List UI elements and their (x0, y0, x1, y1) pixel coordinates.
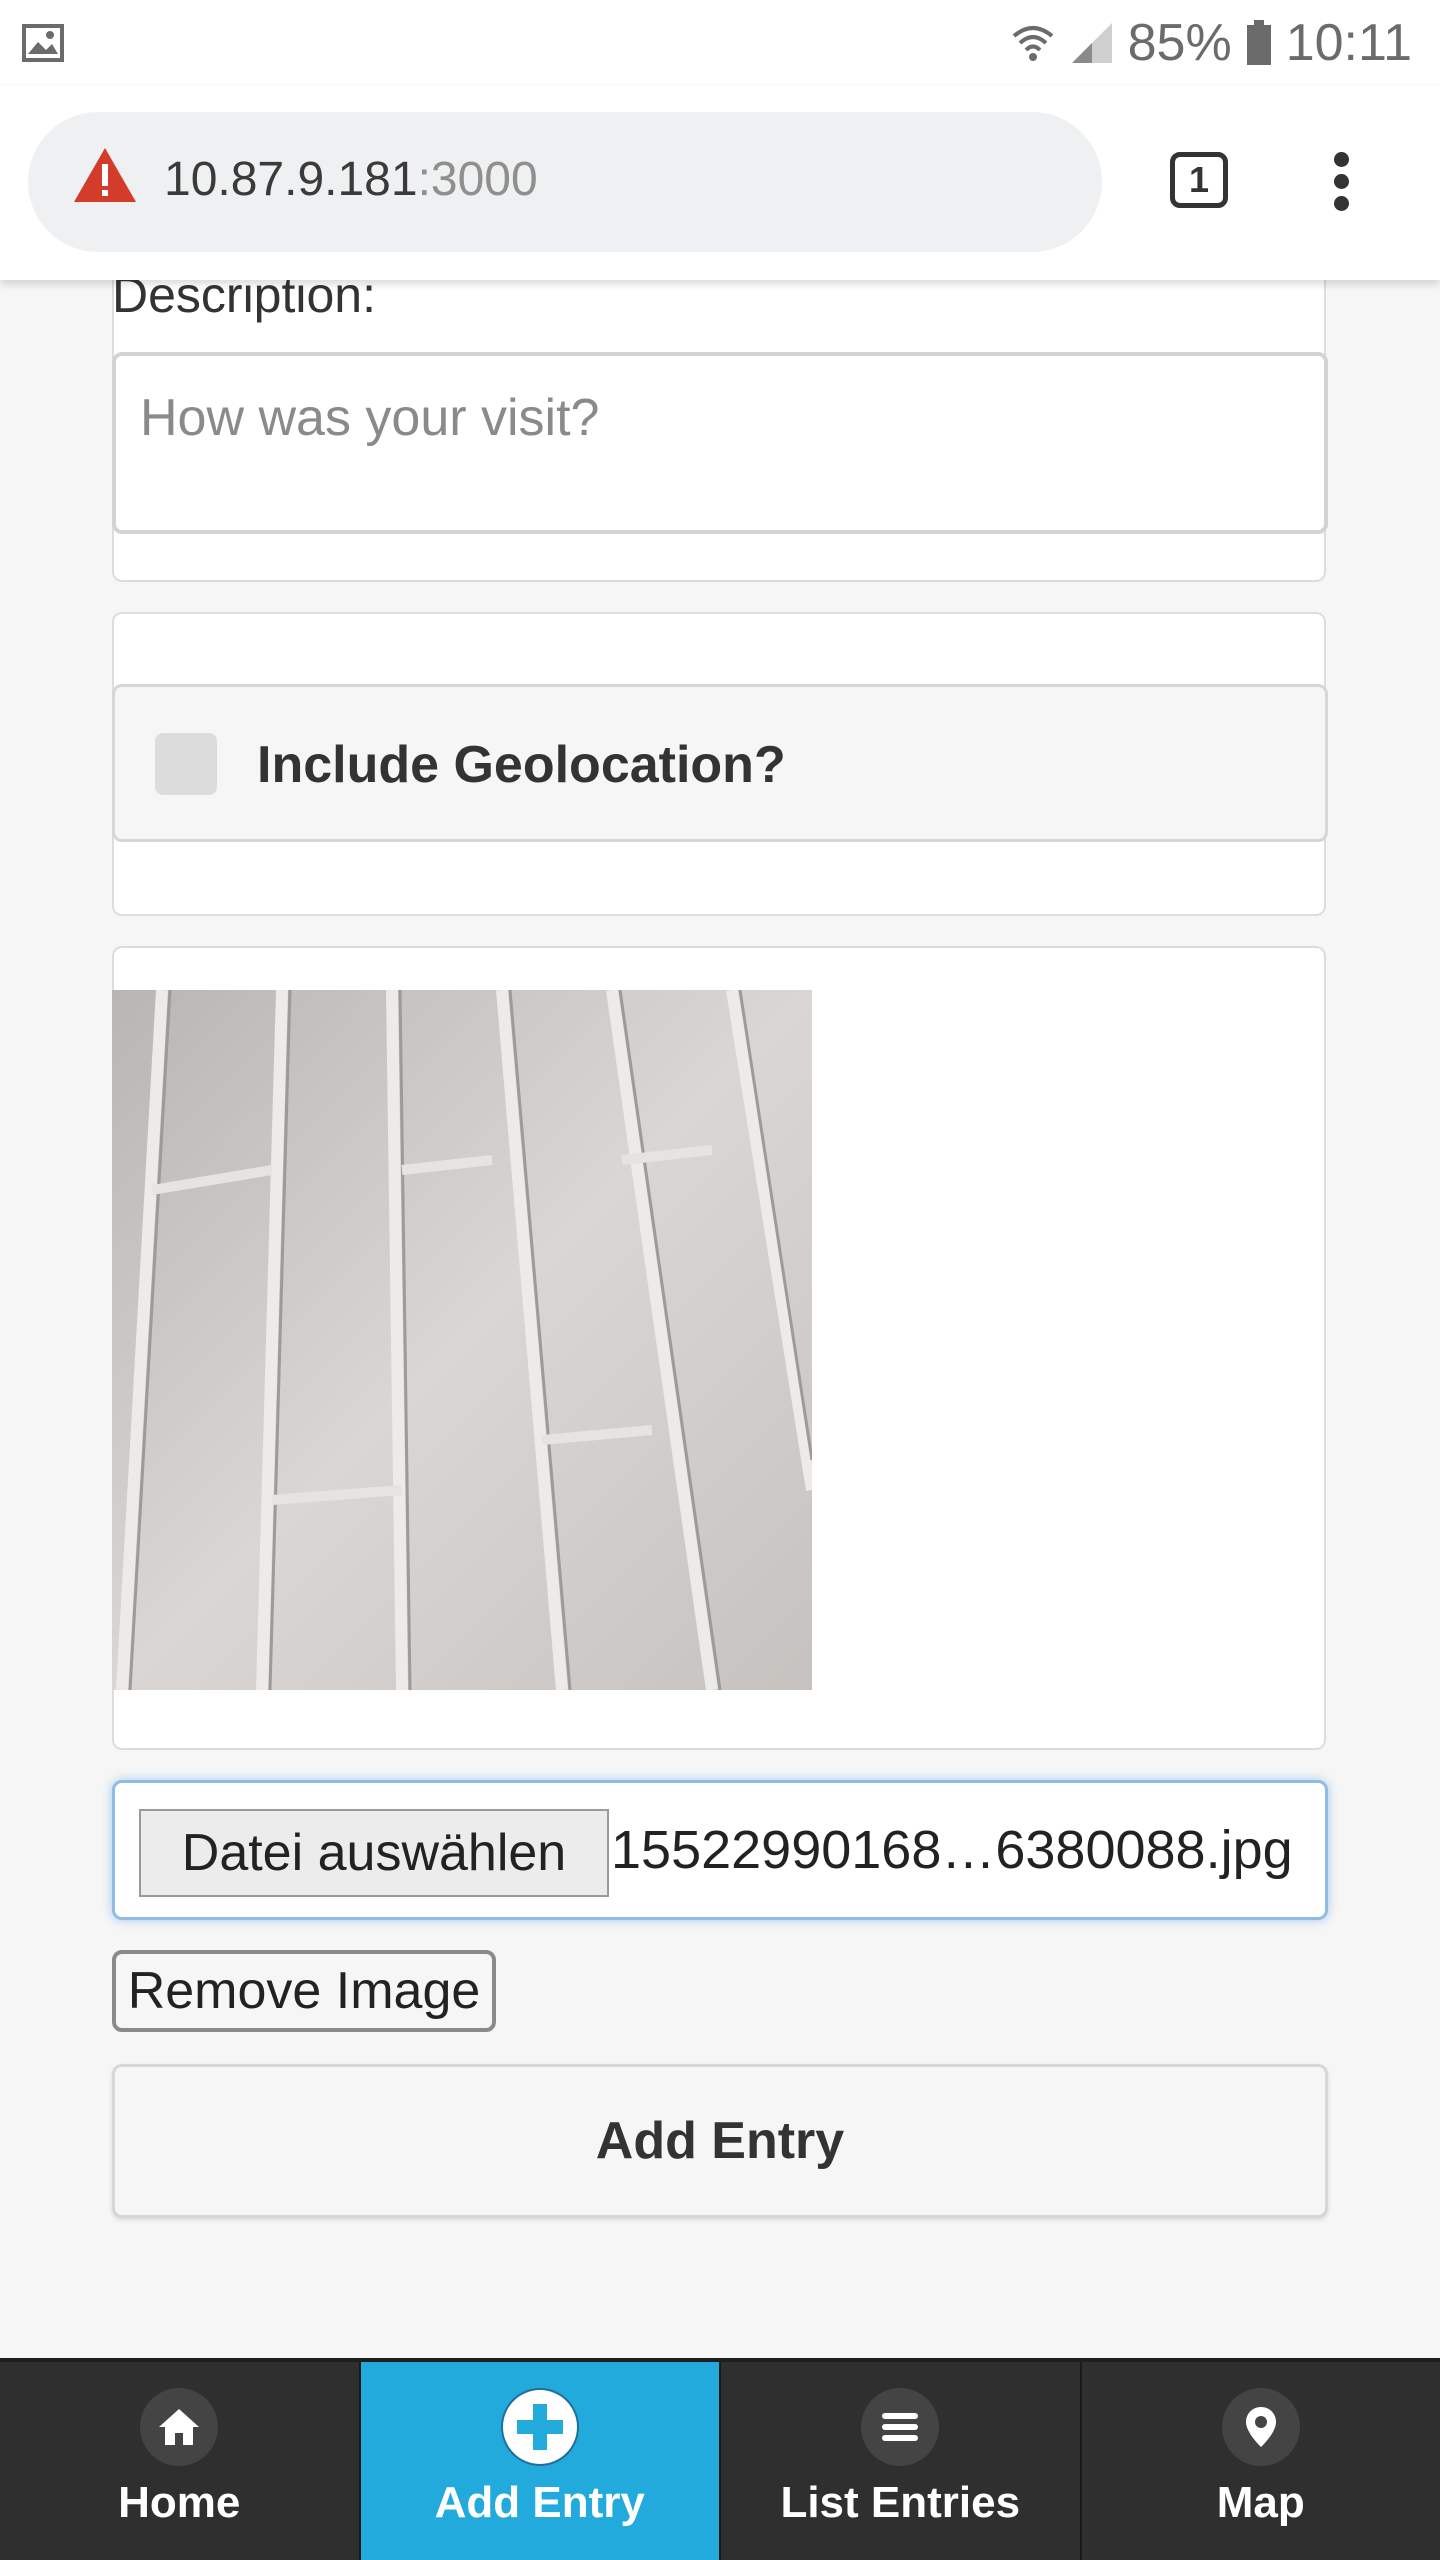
nav-item-add-entry[interactable]: Add Entry (360, 2362, 721, 2560)
geolocation-checkbox[interactable] (155, 733, 217, 795)
nav-item-list-entries[interactable]: List Entries (721, 2362, 1082, 2560)
file-input[interactable]: Datei auswählen 15522990168…6380088.jpg (112, 1780, 1328, 1920)
address-bar[interactable]: 10.87.9.181:3000 (28, 112, 1102, 252)
clock: 10:11 (1285, 14, 1412, 72)
image-preview (112, 990, 812, 1690)
status-indicators: 85% 10:11 (1010, 8, 1412, 78)
description-textarea[interactable]: How was your visit? (112, 352, 1328, 534)
nav-label-map: Map (1216, 2478, 1305, 2527)
battery-icon (1246, 20, 1271, 65)
home-icon (140, 2388, 219, 2466)
list-icon (861, 2388, 940, 2466)
choose-file-button[interactable]: Datei auswählen (139, 1809, 609, 1897)
brick-wall-image (112, 990, 812, 1690)
map-pin-icon (1221, 2388, 1300, 2466)
bottom-navigation: Home Add Entry List Entries Map (0, 2358, 1440, 2560)
signal-icon (1071, 23, 1112, 63)
browser-toolbar: 10.87.9.181:3000 1 (0, 86, 1440, 280)
url-text[interactable]: 10.87.9.181:3000 (164, 152, 538, 207)
nav-item-map[interactable]: Map (1082, 2362, 1440, 2560)
wifi-icon (1012, 26, 1053, 61)
status-bar: 85% 10:11 (0, 0, 1440, 86)
nav-label-add-entry: Add Entry (434, 2478, 645, 2527)
geolocation-label: Include Geolocation? (257, 736, 786, 794)
remove-image-button[interactable]: Remove Image (112, 1950, 496, 2032)
battery-percent: 85% (1127, 14, 1232, 72)
warning-icon[interactable] (72, 146, 138, 204)
nav-item-home[interactable]: Home (0, 2362, 361, 2560)
plus-icon (500, 2388, 579, 2466)
browser-menu-button[interactable] (1330, 152, 1352, 216)
geolocation-toggle[interactable]: Include Geolocation? (112, 684, 1328, 842)
nav-label-list-entries: List Entries (780, 2478, 1021, 2527)
selected-file-name: 15522990168…6380088.jpg (611, 1820, 1293, 1880)
nav-label-home: Home (118, 2478, 241, 2527)
tab-switcher-button[interactable]: 1 (1170, 152, 1228, 208)
gallery-icon (22, 24, 64, 62)
add-entry-button[interactable]: Add Entry (112, 2064, 1328, 2218)
